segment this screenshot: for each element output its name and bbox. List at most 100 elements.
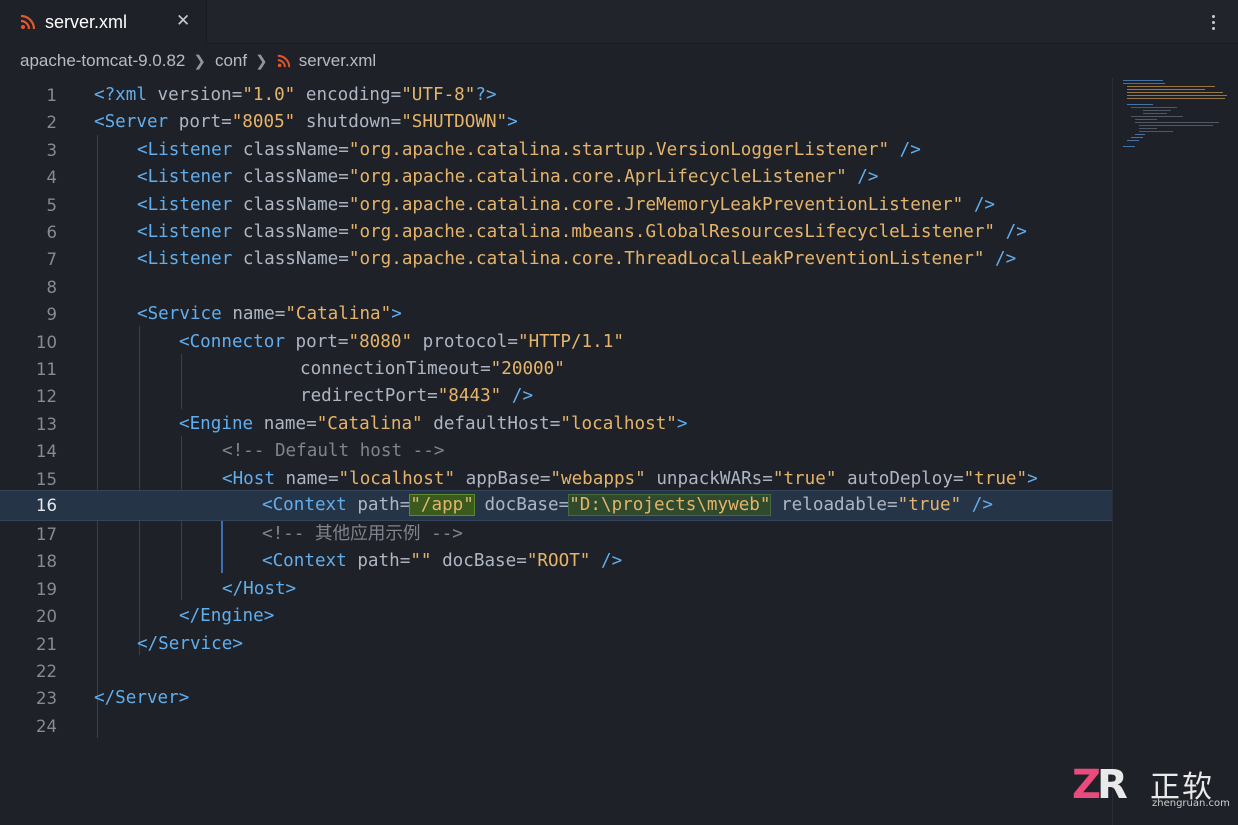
code-line[interactable]: 12 redirectPort="8443" /> <box>0 383 1112 410</box>
tab-server-xml[interactable]: server.xml ✕ <box>0 0 207 44</box>
line-number: 15 <box>36 469 57 489</box>
line-number: 11 <box>36 360 57 379</box>
line-number: 13 <box>36 414 57 434</box>
code-line[interactable]: 21 </Service> <box>0 631 1112 658</box>
code-text: <Listener className="org.apache.catalina… <box>137 167 879 188</box>
code-comment: <!-- 其他应用示例 --> <box>262 524 463 544</box>
code-line[interactable]: 17 <!-- 其他应用示例 --> <box>0 521 1112 548</box>
line-number: 2 <box>46 113 58 133</box>
tab-bar: server.xml ✕ <box>0 0 1238 44</box>
code-text: <?xml version="1.0" encoding="UTF-8"?> <box>94 85 497 105</box>
code-text: <Service name="Catalina"> <box>137 304 402 325</box>
line-number: 9 <box>46 305 58 325</box>
code-line[interactable]: 23 </Server> <box>0 685 1112 712</box>
more-actions-icon[interactable] <box>1202 10 1224 34</box>
line-number: 19 <box>36 579 57 599</box>
line-number: 14 <box>36 442 57 462</box>
minimap[interactable] <box>1112 78 1238 825</box>
line-number: 22 <box>36 662 57 681</box>
minimap-line <box>1139 131 1173 133</box>
code-line[interactable]: 10 <Connector port="8080" protocol="HTTP… <box>0 329 1112 356</box>
code-line-active[interactable]: 16 <Context path="/app" docBase="D:\proj… <box>0 490 1112 521</box>
line-number: 24 <box>36 716 57 736</box>
close-icon[interactable]: ✕ <box>176 11 190 31</box>
code-line[interactable]: 22 <box>0 658 1112 685</box>
rss-xml-file-icon <box>20 14 36 30</box>
code-line[interactable]: 24 <box>0 713 1112 740</box>
minimap-line <box>1127 92 1223 94</box>
code-text: <Listener className="org.apache.catalina… <box>137 222 1027 242</box>
code-line[interactable]: 19 </Host> <box>0 576 1112 603</box>
code-text: connectionTimeout="20000" <box>300 359 565 379</box>
code-line[interactable]: 3 <Listener className="org.apache.catali… <box>0 137 1112 164</box>
line-number: 18 <box>36 552 57 572</box>
code-line[interactable]: 14 <!-- Default host --> <box>0 438 1112 465</box>
code-text: redirectPort="8443" /> <box>300 386 534 407</box>
minimap-line <box>1139 125 1213 127</box>
code-text: <Listener className="org.apache.catalina… <box>137 249 1017 270</box>
code-line[interactable]: 11 connectionTimeout="20000" <box>0 356 1112 383</box>
code-text: <Listener className="org.apache.catalina… <box>137 194 996 215</box>
minimap-line <box>1127 95 1227 97</box>
code-line[interactable]: 1 <?xml version="1.0" encoding="UTF-8"?> <box>0 82 1112 109</box>
line-number: 3 <box>46 140 58 160</box>
line-number: 12 <box>36 387 57 407</box>
line-number: 21 <box>36 634 57 654</box>
code-text: <Host name="localhost" appBase="webapps"… <box>222 468 1038 489</box>
minimap-line <box>1127 98 1225 100</box>
code-text: <Server port="8005" shutdown="SHUTDOWN"> <box>94 112 518 133</box>
line-number: 7 <box>46 250 58 270</box>
code-line[interactable]: 6 <Listener className="org.apache.catali… <box>0 219 1112 246</box>
line-number: 16 <box>36 496 57 515</box>
minimap-line <box>1143 110 1171 112</box>
highlighted-path-value: "/app" <box>409 494 475 516</box>
chevron-right-icon: ❯ <box>193 53 206 70</box>
line-number: 4 <box>46 168 58 188</box>
breadcrumb-item-tomcat[interactable]: apache-tomcat-9.0.82 <box>20 51 185 71</box>
minimap-line <box>1123 80 1163 82</box>
line-number: 6 <box>46 223 58 242</box>
minimap-line <box>1131 116 1183 118</box>
minimap-line <box>1127 140 1139 142</box>
line-number: 17 <box>36 525 57 544</box>
code-text: </Host> <box>222 578 297 599</box>
code-text: </Service> <box>137 633 243 654</box>
line-number: 1 <box>46 86 58 105</box>
breadcrumb: apache-tomcat-9.0.82 ❯ conf ❯ server.xml <box>0 44 1238 78</box>
minimap-line <box>1123 146 1135 148</box>
code-text: <Context path="/app" docBase="D:\project… <box>262 494 993 516</box>
minimap-line <box>1135 119 1157 121</box>
line-number: 8 <box>46 277 58 297</box>
code-line[interactable]: 7 <Listener className="org.apache.catali… <box>0 246 1112 273</box>
highlighted-docbase-value: "D:\projects\myweb" <box>568 494 772 516</box>
minimap-line <box>1131 137 1143 139</box>
code-line[interactable]: 2 <Server port="8005" shutdown="SHUTDOWN… <box>0 109 1112 136</box>
code-text: <Context path="" docBase="ROOT" /> <box>262 551 623 572</box>
rss-xml-file-icon <box>277 54 290 68</box>
minimap-line <box>1123 83 1165 85</box>
tab-title: server.xml <box>45 11 128 32</box>
watermark-logo: ZR 正软 zhengruan.com <box>1072 762 1232 812</box>
code-editor[interactable]: 1 <?xml version="1.0" encoding="UTF-8"?>… <box>0 80 1112 825</box>
chevron-right-icon: ❯ <box>255 53 268 70</box>
code-text: <Connector port="8080" protocol="HTTP/1.… <box>179 331 624 352</box>
code-line[interactable]: 18 <Context path="" docBase="ROOT" /> <box>0 548 1112 575</box>
code-line[interactable]: 9 <Service name="Catalina"> <box>0 301 1112 328</box>
minimap-line <box>1131 107 1177 109</box>
code-line[interactable]: 13 <Engine name="Catalina" defaultHost="… <box>0 411 1112 438</box>
minimap-line <box>1135 122 1219 124</box>
line-number: 20 <box>36 607 57 627</box>
code-line[interactable]: 20 </Engine> <box>0 603 1112 630</box>
code-line[interactable]: 5 <Listener className="org.apache.catali… <box>0 192 1112 219</box>
line-number: 23 <box>36 689 57 709</box>
minimap-line <box>1127 104 1153 106</box>
code-line[interactable]: 15 <Host name="localhost" appBase="webap… <box>0 466 1112 493</box>
code-line[interactable]: 4 <Listener className="org.apache.catali… <box>0 164 1112 191</box>
minimap-line <box>1135 134 1145 136</box>
breadcrumb-item-server-xml[interactable]: server.xml <box>299 51 376 71</box>
watermark-mark: ZR <box>1072 762 1128 808</box>
minimap-line <box>1139 128 1157 130</box>
breadcrumb-item-conf[interactable]: conf <box>215 51 247 71</box>
code-line[interactable]: 8 <box>0 274 1112 301</box>
code-text: <Listener className="org.apache.catalina… <box>137 139 921 160</box>
